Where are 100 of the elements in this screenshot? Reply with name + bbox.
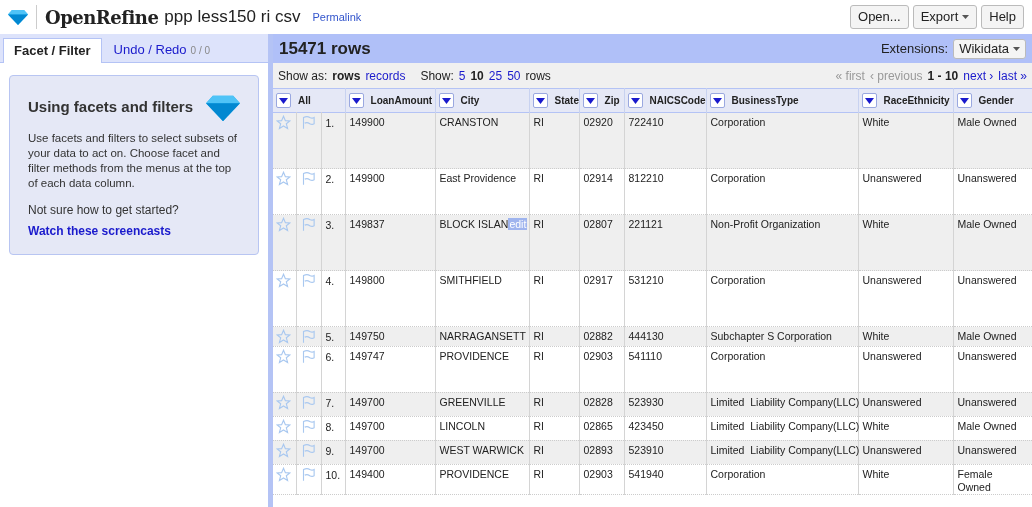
star-icon[interactable]: [276, 466, 291, 482]
table-cell: Corporation: [706, 168, 859, 215]
show-as-label: Show as:: [278, 67, 328, 85]
column-header[interactable]: NAICSCode: [624, 88, 707, 113]
project-name[interactable]: ppp less150 ri csv: [164, 4, 301, 30]
column-header[interactable]: All: [273, 88, 346, 113]
caret-icon: [1013, 46, 1020, 51]
row-number: 3.: [321, 214, 346, 271]
logo-icon: [8, 9, 28, 25]
column-menu-icon[interactable]: [438, 93, 454, 108]
page-size-link[interactable]: 5: [458, 66, 466, 85]
table-cell: RI: [529, 112, 580, 169]
table-cell: Unanswered: [953, 168, 1032, 215]
table-cell: 02903: [579, 464, 625, 495]
column-menu-icon[interactable]: [709, 93, 725, 108]
panel-tab[interactable]: Facet / Filter: [3, 38, 102, 63]
star-icon[interactable]: [276, 394, 291, 410]
column-header[interactable]: Gender: [953, 88, 1032, 113]
table-cell: White: [858, 464, 954, 495]
star-icon[interactable]: [276, 273, 291, 288]
extensions-button[interactable]: Wikidata: [953, 38, 1026, 59]
flag-icon[interactable]: [300, 466, 316, 482]
screencasts-link[interactable]: Watch these screencasts: [28, 224, 171, 239]
table-cell: Corporation: [706, 270, 859, 327]
permalink-link[interactable]: Permalink: [312, 8, 362, 26]
table-cell: 722410: [624, 112, 707, 169]
table-cell: SMITHFIELD: [435, 270, 530, 327]
page-size-link[interactable]: 10: [470, 66, 484, 85]
page-size-link[interactable]: 50: [507, 66, 521, 85]
caret-icon: [962, 15, 970, 19]
flag-icon[interactable]: [300, 348, 316, 364]
table-cell: Corporation: [706, 464, 859, 495]
column-header[interactable]: BusinessType: [706, 88, 859, 113]
help-card-title: Using facets and filters: [28, 97, 194, 118]
star-icon[interactable]: [276, 348, 291, 364]
page-range: 1 - 10: [927, 67, 959, 85]
table-cell: Female Owned: [953, 464, 1032, 495]
toolbar-button[interactable]: Open...: [850, 5, 909, 29]
flag-icon[interactable]: [300, 273, 316, 288]
last-link[interactable]: last »: [998, 66, 1027, 85]
flag-icon[interactable]: [300, 217, 316, 232]
toolbar-button[interactable]: Export: [912, 5, 978, 29]
panel-tab[interactable]: Undo / Redo 0 / 0: [101, 37, 223, 62]
next-link[interactable]: next ›: [963, 66, 994, 85]
app-logo-text[interactable]: OpenRefine: [45, 3, 159, 31]
help-prompt-text: Not sure how to get started?: [28, 203, 180, 219]
table-cell: RI: [529, 214, 580, 271]
table-cell: CRANSTON: [435, 112, 530, 169]
row-count: 15471 rows: [279, 37, 371, 60]
row-number: 1.: [321, 112, 346, 169]
row-number: 4.: [321, 270, 346, 327]
star-icon[interactable]: [276, 442, 291, 458]
table-cell: 02807: [579, 214, 625, 271]
flag-icon[interactable]: [300, 418, 316, 434]
table-cell: 149900: [345, 168, 436, 215]
star-icon[interactable]: [276, 418, 291, 434]
column-header[interactable]: State: [529, 88, 580, 113]
column-header[interactable]: City: [435, 88, 530, 113]
table-cell: Unanswered: [953, 270, 1032, 327]
diamond-icon: [206, 94, 240, 122]
extensions-label: Extensions:: [880, 39, 949, 58]
table-cell: 812210: [624, 168, 707, 215]
flag-icon[interactable]: [300, 171, 316, 186]
table-cell: East Providence: [435, 168, 530, 215]
column-menu-icon[interactable]: [861, 93, 877, 108]
column-menu-icon[interactable]: [532, 93, 548, 108]
table-cell: 149837: [345, 214, 436, 271]
column-header[interactable]: Zip: [579, 88, 625, 113]
column-menu-icon[interactable]: [348, 93, 364, 108]
table-cell: 02920: [579, 112, 625, 169]
view-mode-link[interactable]: rows: [332, 66, 361, 85]
table-cell: Non-Profit Organization: [706, 214, 859, 271]
star-icon[interactable]: [276, 171, 291, 186]
column-menu-icon[interactable]: [276, 93, 291, 108]
star-icon[interactable]: [276, 115, 291, 130]
flag-icon[interactable]: [300, 442, 316, 458]
show-label: Show:: [420, 67, 454, 85]
column-menu-icon[interactable]: [582, 93, 598, 108]
table-cell: Male Owned: [953, 112, 1032, 169]
column-header[interactable]: RaceEthnicity: [858, 88, 954, 113]
column-menu-icon[interactable]: [956, 93, 972, 108]
column-header[interactable]: LoanAmount: [345, 88, 436, 113]
star-icon[interactable]: [276, 329, 291, 344]
toolbar-button[interactable]: Help: [981, 5, 1024, 29]
help-card-text: Use facets and filters to select subsets of your data to act on. Choose facet and filter methods from the menus at the top of each data column.: [28, 131, 239, 192]
table-cell: Unanswered: [858, 168, 954, 215]
table-cell: Male Owned: [953, 214, 1032, 271]
table-cell: RI: [529, 464, 580, 495]
table-cell: White: [858, 112, 954, 169]
flag-icon[interactable]: [300, 329, 316, 344]
flag-icon[interactable]: [300, 115, 316, 130]
table-cell: PROVIDENCE: [435, 464, 530, 495]
table-cell: 149900: [345, 112, 436, 169]
table-cell: RI: [529, 168, 580, 215]
column-menu-icon[interactable]: [627, 93, 643, 108]
view-mode-link[interactable]: records: [365, 66, 406, 85]
page-size-link[interactable]: 25: [488, 66, 503, 85]
star-icon[interactable]: [276, 217, 291, 232]
table-cell: 149400: [345, 464, 436, 495]
flag-icon[interactable]: [300, 394, 316, 410]
